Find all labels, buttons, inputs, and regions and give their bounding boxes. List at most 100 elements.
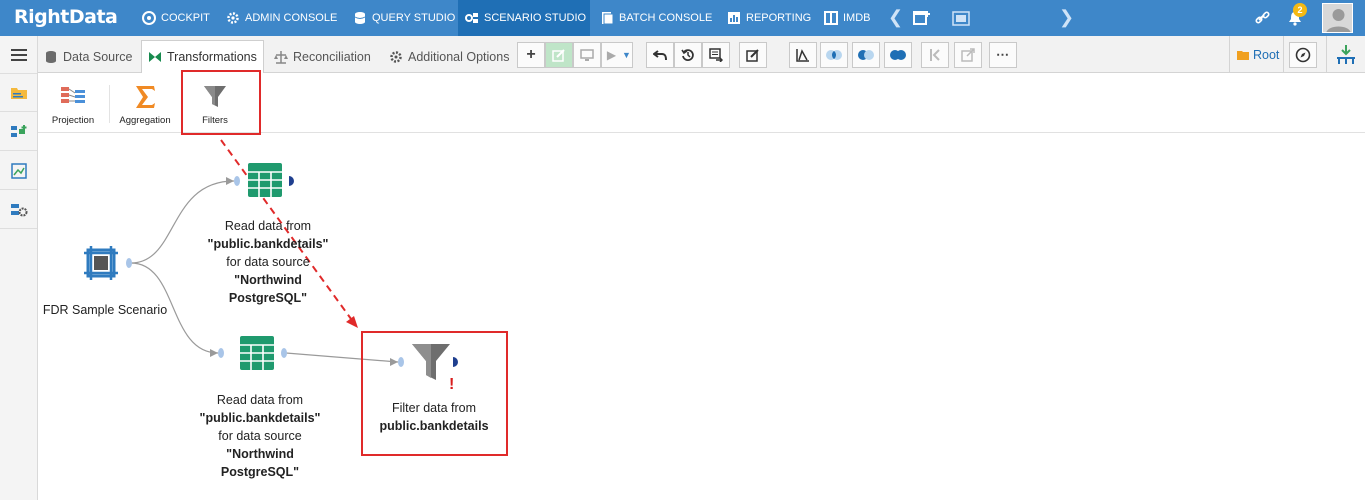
nav-admin-console-label: ADMIN CONSOLE	[245, 12, 338, 24]
transformations-icon	[149, 52, 161, 62]
root-button[interactable]: Root	[1229, 36, 1284, 73]
edit-node-button[interactable]	[545, 42, 573, 68]
read-node-2-line: Read data from	[216, 393, 304, 407]
run-options-dropdown[interactable]: ▼	[621, 42, 633, 68]
read-node-1-label: Read data from "public.bankdetails" for …	[188, 217, 348, 307]
port-out[interactable]	[126, 258, 132, 268]
nav-imdb-label: IMDB	[843, 12, 871, 24]
full-join-button[interactable]	[884, 42, 912, 68]
database-icon	[354, 12, 366, 24]
more-options-button[interactable]: ⋯	[989, 42, 1017, 68]
full-join-icon	[890, 50, 906, 60]
layout-button[interactable]	[1326, 36, 1365, 73]
left-join-button[interactable]	[852, 42, 880, 68]
nav-batch-console[interactable]: BATCH CONSOLE	[600, 0, 712, 36]
ellipsis-icon: ⋯	[996, 47, 1010, 62]
open-external-button[interactable]	[954, 42, 982, 68]
run-button[interactable]: ▶	[601, 42, 621, 68]
navigate-button[interactable]	[1289, 42, 1317, 68]
data-source-icon	[46, 50, 56, 63]
nav-scroll-right-icon[interactable]: ❯	[1059, 8, 1074, 26]
tab-transformations[interactable]: Transformations	[141, 40, 264, 73]
connector-arrowhead	[226, 177, 234, 185]
read-node-2-line: PostgreSQL"	[220, 465, 300, 479]
palette-aggregation[interactable]: Aggregation	[110, 73, 180, 133]
imdb-icon	[824, 11, 838, 25]
tab-transformations-label: Transformations	[167, 50, 257, 64]
cockpit-icon	[142, 11, 156, 25]
rail-open-folder-button[interactable]	[0, 74, 37, 112]
port-out[interactable]	[281, 348, 287, 358]
port-in[interactable]	[234, 176, 240, 186]
filter-node-highlight	[361, 331, 508, 456]
user-silhouette-icon	[1326, 9, 1351, 32]
palette-aggregation-label: Aggregation	[119, 115, 171, 126]
batch-icon	[602, 12, 614, 25]
history-icon	[681, 49, 694, 61]
left-join-icon	[858, 50, 874, 60]
notification-badge: 2	[1293, 3, 1307, 17]
nav-batch-console-label: BATCH CONSOLE	[619, 12, 713, 24]
read-node-1-line: "public.bankdetails"	[207, 237, 329, 251]
tab-additional-options[interactable]: Additional Options	[383, 40, 515, 73]
rail-settings-button[interactable]	[0, 191, 37, 229]
undo-button[interactable]	[646, 42, 674, 68]
app-logo[interactable]: RightData	[14, 6, 118, 28]
nav-cockpit-label: COCKPIT	[161, 12, 210, 24]
note-edit-icon	[746, 49, 759, 62]
table-node-icon[interactable]	[240, 336, 274, 370]
export-button[interactable]	[702, 42, 730, 68]
caret-down-icon: ▼	[622, 50, 631, 60]
link-icon[interactable]	[1255, 11, 1271, 25]
read-node-1-line: Read data from	[224, 219, 312, 233]
inner-join-icon	[826, 50, 842, 60]
scenario-icon	[465, 13, 478, 23]
read-node-1-line: "Northwind	[234, 273, 302, 287]
palette-projection-label: Projection	[51, 115, 95, 126]
gear-icon	[227, 12, 239, 24]
rail-chart-button[interactable]	[0, 152, 37, 190]
hamburger-icon	[10, 48, 27, 61]
nav-cockpit[interactable]: COCKPIT	[142, 0, 210, 36]
rail-add-scenario-button[interactable]	[0, 113, 37, 151]
chart-image-icon	[10, 162, 27, 179]
port-in[interactable]	[218, 348, 224, 358]
tab-data-source[interactable]: Data Source	[38, 40, 138, 73]
inner-join-button[interactable]	[820, 42, 848, 68]
nav-scenario-studio-label: SCENARIO STUDIO	[484, 12, 587, 24]
collapse-left-icon	[930, 49, 940, 61]
nav-imdb[interactable]: IMDB	[824, 0, 871, 36]
read-node-2-line: "public.bankdetails"	[199, 411, 321, 425]
scenario-canvas[interactable]: ! FDR Sample Scenario Read data from "pu…	[38, 133, 1365, 500]
report-icon	[728, 12, 740, 24]
avatar[interactable]	[1322, 3, 1353, 33]
reset-button[interactable]	[674, 42, 702, 68]
nav-admin-console[interactable]: ADMIN CONSOLE	[226, 0, 337, 36]
workflow-icon[interactable]	[952, 11, 970, 26]
port-out[interactable]	[289, 176, 294, 186]
tab-reconciliation[interactable]: Reconciliation	[268, 40, 377, 73]
add-node-button[interactable]: +	[517, 42, 545, 68]
sigma-icon	[136, 86, 155, 108]
table-node-icon[interactable]	[248, 163, 282, 197]
notes-button[interactable]	[739, 42, 767, 68]
read-node-1-line: for data source	[226, 255, 310, 269]
nav-query-studio[interactable]: QUERY STUDIO	[353, 0, 455, 36]
nav-scroll-left-icon[interactable]: ❮	[888, 8, 903, 26]
collapse-button[interactable]	[921, 42, 949, 68]
nav-scenario-studio[interactable]: SCENARIO STUDIO	[458, 0, 590, 36]
folder-icon	[1237, 50, 1249, 60]
nav-reporting[interactable]: REPORTING	[727, 0, 811, 36]
scenario-node-icon[interactable]	[84, 246, 118, 280]
preview-button[interactable]	[573, 42, 601, 68]
nav-query-studio-label: QUERY STUDIO	[372, 12, 456, 24]
palette-projection[interactable]: Projection	[38, 73, 108, 133]
gear-icon	[390, 50, 402, 63]
compass-icon	[1295, 47, 1311, 63]
chart-type-button[interactable]	[789, 42, 817, 68]
table-add-icon[interactable]	[913, 10, 931, 26]
monitor-icon	[580, 48, 594, 61]
menu-toggle-button[interactable]	[0, 36, 37, 74]
undo-icon	[653, 50, 667, 61]
external-link-icon	[961, 48, 975, 62]
